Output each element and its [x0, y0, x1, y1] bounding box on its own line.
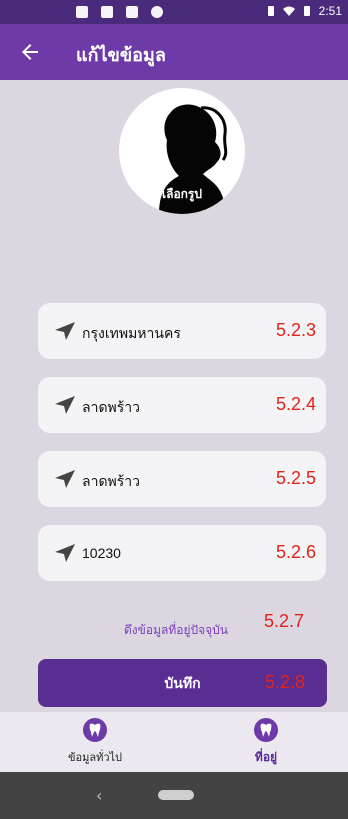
postal-code-value: 10230 [82, 545, 121, 561]
back-arrow-icon[interactable] [18, 40, 42, 64]
tooth-icon [254, 718, 278, 742]
battery-icon [303, 6, 310, 16]
wifi-icon [282, 6, 295, 16]
district-field[interactable]: ลาดพร้าว 5.2.4 [38, 377, 326, 433]
sim-icon [101, 6, 113, 18]
location-arrow-icon [55, 470, 75, 488]
subdistrict-field[interactable]: ลาดพร้าว 5.2.5 [38, 451, 326, 507]
avatar-picker[interactable]: เลือกรูป [119, 88, 245, 214]
tooth-icon [83, 718, 107, 742]
annotation-code: 5.2.3 [275, 320, 316, 340]
android-icon [151, 6, 163, 18]
annotation-code: 5.2.4 [275, 394, 316, 414]
image-icon [76, 6, 88, 18]
annotation-code: 5.2.7 [264, 611, 305, 631]
location-arrow-icon [55, 544, 75, 562]
province-value: กรุงเทพมหานคร [82, 325, 181, 341]
avatar-label: เลือกรูป [162, 187, 202, 201]
notification-icons [76, 6, 163, 18]
location-arrow-icon [55, 322, 75, 340]
system-home-pill[interactable] [158, 790, 194, 800]
nav-general-info[interactable]: ข้อมูลทั่วไป [35, 718, 155, 766]
subdistrict-value: ลาดพร้าว [82, 473, 141, 489]
screenshot-icon [126, 6, 138, 18]
district-value: ลาดพร้าว [82, 399, 141, 415]
vibrate-icon [267, 6, 274, 16]
clock: 2:51 [318, 4, 342, 18]
status-bar: 2:51 [0, 0, 348, 24]
nav-general-info-label: ข้อมูลทั่วไป [67, 751, 123, 764]
location-arrow-icon [55, 396, 75, 414]
page-title: แก้ไขข้อมูล [76, 45, 166, 66]
nav-address[interactable]: ที่อยู่ [206, 718, 326, 767]
nav-address-label: ที่อยู่ [254, 750, 278, 764]
system-navigation-bar: ‹ [0, 772, 348, 819]
postal-code-field[interactable]: 10230 5.2.6 [38, 525, 326, 581]
fetch-current-address-link[interactable]: ดึงข้อมูลที่อยู่ปัจจุบัน [124, 621, 228, 640]
bottom-navigation: ข้อมูลทั่วไป ที่อยู่ [0, 712, 348, 772]
annotation-code: 5.2.6 [275, 542, 316, 562]
annotation-code: 5.2.8 [265, 672, 306, 692]
annotation-code: 5.2.5 [275, 468, 316, 488]
system-back-icon[interactable]: ‹ [96, 786, 102, 805]
save-button[interactable]: บันทึก 5.2.8 [38, 659, 327, 707]
province-field[interactable]: กรุงเทพมหานคร 5.2.3 [38, 303, 326, 359]
system-status: 2:51 [265, 4, 348, 18]
app-bar: แก้ไขข้อมูล [0, 24, 348, 80]
